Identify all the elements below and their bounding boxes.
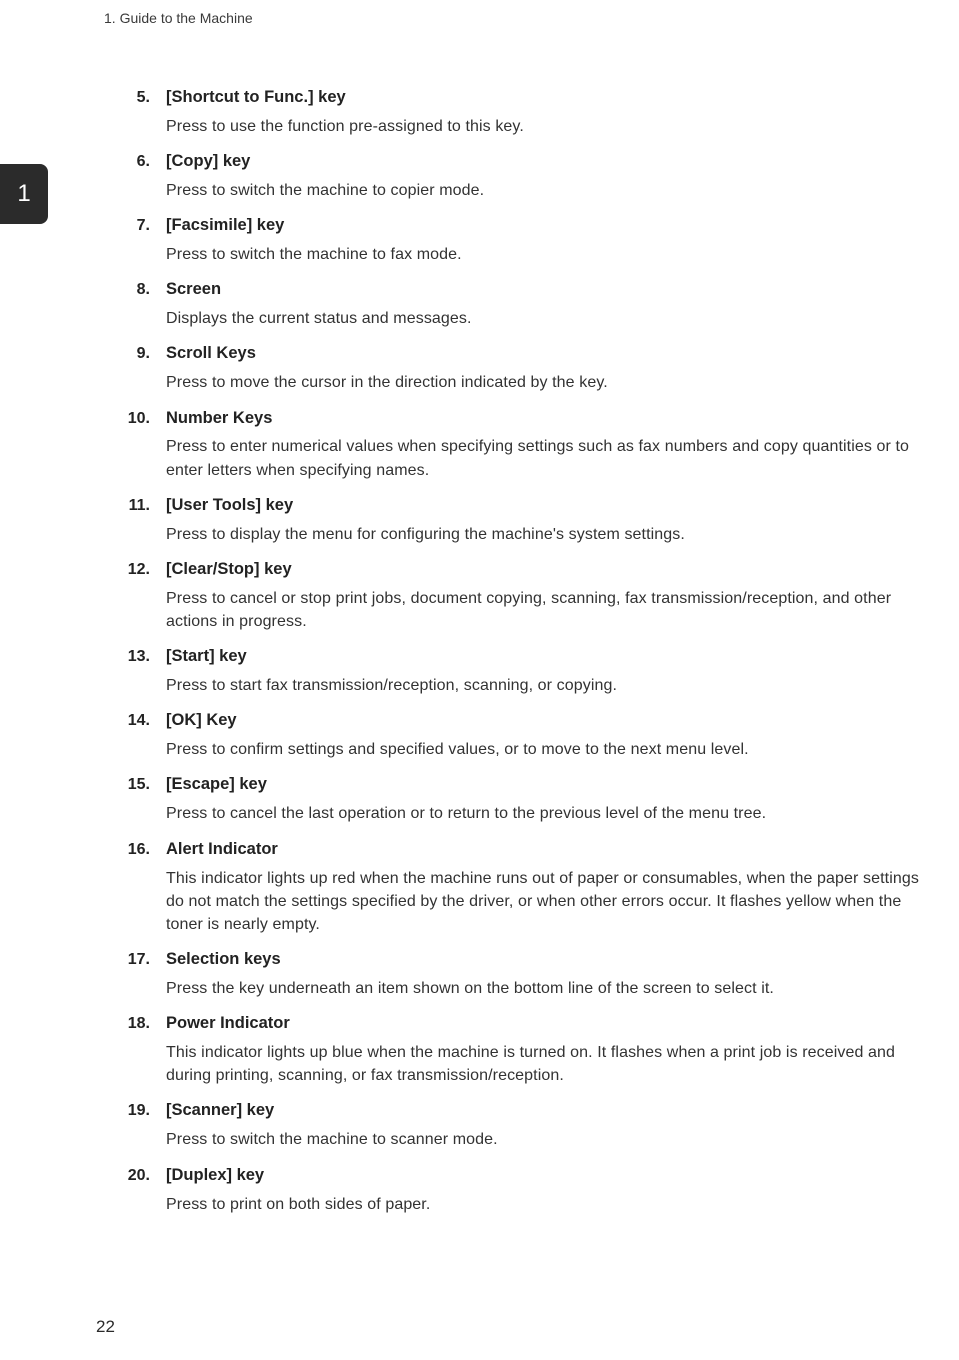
content-area: [Shortcut to Func.] key Press to use the … bbox=[106, 86, 926, 1228]
list-item-desc: Press to use the function pre-assigned t… bbox=[166, 115, 926, 138]
list-item-term: [Copy] key bbox=[166, 150, 926, 174]
list-item-term: [Facsimile] key bbox=[166, 214, 926, 238]
list-item-term: Scroll Keys bbox=[166, 342, 926, 366]
list-item: Screen Displays the current status and me… bbox=[106, 278, 926, 330]
list-item: [Shortcut to Func.] key Press to use the … bbox=[106, 86, 926, 138]
list-item-term: [Escape] key bbox=[166, 773, 926, 797]
page: 1. Guide to the Machine 1 [Shortcut to F… bbox=[0, 0, 959, 1360]
list-item-term: [Duplex] key bbox=[166, 1164, 926, 1188]
list-item-term: [Start] key bbox=[166, 645, 926, 669]
list-item-desc: Displays the current status and messages… bbox=[166, 307, 926, 330]
list-item: Number Keys Press to enter numerical valu… bbox=[106, 407, 926, 482]
list-item-desc: Press to switch the machine to fax mode. bbox=[166, 243, 926, 266]
list-item: [Copy] key Press to switch the machine to… bbox=[106, 150, 926, 202]
chapter-tab-label: 1 bbox=[17, 177, 30, 212]
list-item-desc: This indicator lights up blue when the m… bbox=[166, 1041, 926, 1087]
list-item: Scroll Keys Press to move the cursor in t… bbox=[106, 342, 926, 394]
list-item-desc: Press to switch the machine to copier mo… bbox=[166, 179, 926, 202]
list-item: Power Indicator This indicator lights up … bbox=[106, 1012, 926, 1087]
list-item-desc: This indicator lights up red when the ma… bbox=[166, 867, 926, 937]
list-item-desc: Press to confirm settings and specified … bbox=[166, 738, 926, 761]
list-item-desc: Press to print on both sides of paper. bbox=[166, 1193, 926, 1216]
list-item-term: Screen bbox=[166, 278, 926, 302]
list-item-desc: Press the key underneath an item shown o… bbox=[166, 977, 926, 1000]
list-item-term: Selection keys bbox=[166, 948, 926, 972]
list-item-desc: Press to switch the machine to scanner m… bbox=[166, 1128, 926, 1151]
chapter-tab: 1 bbox=[0, 164, 48, 224]
list-item-term: [OK] Key bbox=[166, 709, 926, 733]
page-number: 22 bbox=[96, 1315, 115, 1340]
running-head: 1. Guide to the Machine bbox=[104, 8, 253, 28]
list-item-term: [User Tools] key bbox=[166, 494, 926, 518]
list-item: [Clear/Stop] key Press to cancel or stop … bbox=[106, 558, 926, 633]
list-item-term: [Shortcut to Func.] key bbox=[166, 86, 926, 110]
list-item-desc: Press to enter numerical values when spe… bbox=[166, 435, 926, 481]
list-item-desc: Press to start fax transmission/receptio… bbox=[166, 674, 926, 697]
list-item: Alert Indicator This indicator lights up … bbox=[106, 838, 926, 936]
list-item-term: [Scanner] key bbox=[166, 1099, 926, 1123]
list-item: [OK] Key Press to confirm settings and sp… bbox=[106, 709, 926, 761]
list-item-term: Alert Indicator bbox=[166, 838, 926, 862]
list-item-desc: Press to cancel the last operation or to… bbox=[166, 802, 926, 825]
definition-list: [Shortcut to Func.] key Press to use the … bbox=[106, 86, 926, 1216]
list-item: [User Tools] key Press to display the men… bbox=[106, 494, 926, 546]
list-item-term: Power Indicator bbox=[166, 1012, 926, 1036]
list-item-desc: Press to cancel or stop print jobs, docu… bbox=[166, 587, 926, 633]
list-item: [Escape] key Press to cancel the last ope… bbox=[106, 773, 926, 825]
list-item: [Duplex] key Press to print on both sides… bbox=[106, 1164, 926, 1216]
list-item-desc: Press to display the menu for configurin… bbox=[166, 523, 926, 546]
list-item-term: Number Keys bbox=[166, 407, 926, 431]
list-item-term: [Clear/Stop] key bbox=[166, 558, 926, 582]
list-item-desc: Press to move the cursor in the directio… bbox=[166, 371, 926, 394]
list-item: [Scanner] key Press to switch the machine… bbox=[106, 1099, 926, 1151]
list-item: [Facsimile] key Press to switch the machi… bbox=[106, 214, 926, 266]
list-item: [Start] key Press to start fax transmissi… bbox=[106, 645, 926, 697]
list-item: Selection keys Press the key underneath a… bbox=[106, 948, 926, 1000]
